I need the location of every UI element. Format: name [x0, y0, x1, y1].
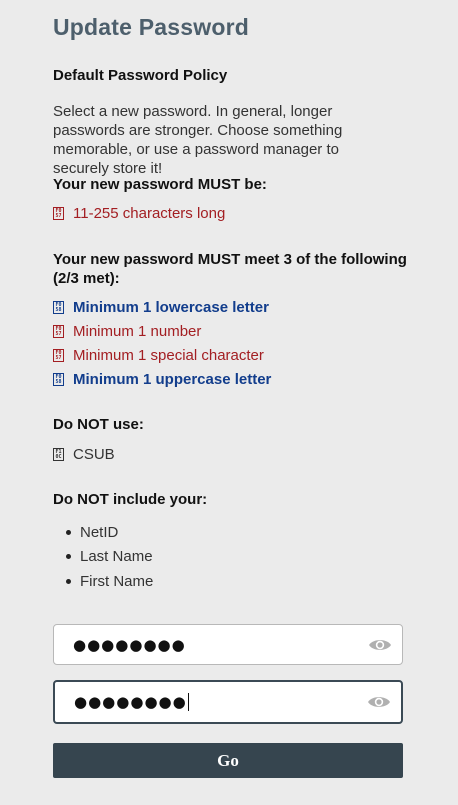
confirm-password-field[interactable]: ●●●●●●●●	[53, 680, 403, 724]
new-password-field[interactable]: ●●●●●●●●	[53, 624, 403, 665]
eye-icon[interactable]	[367, 694, 391, 710]
pass-icon: F0 58	[53, 301, 64, 314]
do-not-use-item: F1 0C CSUB	[53, 446, 115, 463]
rule-uppercase: F0 58 Minimum 1 uppercase letter	[53, 371, 271, 388]
rule-special: F0 57 Minimum 1 special character	[53, 347, 264, 364]
fail-icon: F0 57	[53, 349, 64, 362]
list-item: NetID	[66, 520, 153, 545]
fail-icon: F0 57	[53, 325, 64, 338]
eye-icon[interactable]	[368, 637, 392, 653]
list-item: Last Name	[66, 545, 153, 570]
info-icon: F1 0C	[53, 448, 64, 461]
page-title: Update Password	[53, 14, 249, 40]
rule-label: Minimum 1 number	[73, 323, 202, 340]
do-not-use-label: CSUB	[73, 446, 115, 463]
pass-icon: F0 58	[53, 373, 64, 386]
rule-label: Minimum 1 lowercase letter	[73, 299, 269, 316]
update-password-page: Update Password Default Password Policy …	[0, 0, 458, 805]
confirm-password-value[interactable]: ●●●●●●●●	[55, 693, 367, 712]
list-item: First Name	[66, 569, 153, 594]
new-password-value[interactable]: ●●●●●●●●	[54, 636, 368, 654]
do-not-use-heading: Do NOT use:	[53, 416, 144, 433]
fail-icon: F0 57	[53, 207, 64, 220]
rule-label: Minimum 1 uppercase letter	[73, 371, 272, 388]
policy-heading: Default Password Policy	[53, 67, 228, 84]
policy-intro: Select a new password. In general, longe…	[53, 103, 343, 177]
do-not-include-list: NetID Last Name First Name	[66, 520, 153, 594]
go-button[interactable]: Go	[53, 743, 403, 778]
must-meet-heading: Your new password MUST meet 3 of the fol…	[53, 251, 407, 287]
must-be-heading: Your new password MUST be:	[53, 176, 267, 193]
rule-lowercase: F0 58 Minimum 1 lowercase letter	[53, 299, 269, 316]
rule-label: Minimum 1 special character	[73, 347, 264, 364]
rule-number: F0 57 Minimum 1 number	[53, 323, 201, 340]
do-not-include-heading: Do NOT include your:	[53, 491, 208, 508]
rule-label: 11-255 characters long	[73, 205, 226, 222]
rule-length: F0 57 11-255 characters long	[53, 205, 225, 222]
